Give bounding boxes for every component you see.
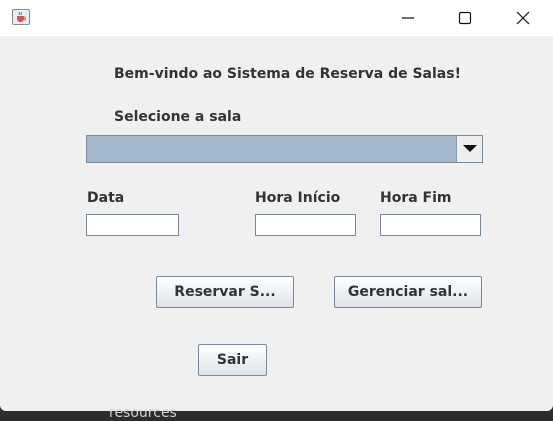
maximize-icon xyxy=(458,11,472,25)
java-cup-icon xyxy=(12,9,30,25)
chevron-down-icon xyxy=(463,145,477,152)
maximize-button[interactable] xyxy=(442,0,488,36)
start-time-field[interactable] xyxy=(255,214,356,236)
start-time-label: Hora Início xyxy=(255,190,341,206)
app-window: Bem-vindo ao Sistema de Reserva de Salas… xyxy=(0,0,553,411)
select-room-label: Selecione a sala xyxy=(114,109,242,125)
welcome-heading: Bem-vindo ao Sistema de Reserva de Salas… xyxy=(114,66,461,82)
room-select-arrow-button[interactable] xyxy=(456,136,482,162)
end-time-label: Hora Fim xyxy=(380,190,452,206)
title-bar[interactable] xyxy=(0,0,553,36)
manage-rooms-button[interactable]: Gerenciar sal... xyxy=(334,276,482,308)
minimize-button[interactable] xyxy=(385,0,431,36)
room-select[interactable] xyxy=(86,135,483,163)
background-folder-label: resources xyxy=(109,405,177,421)
background-ide xyxy=(0,411,553,417)
close-button[interactable] xyxy=(500,0,546,36)
date-label: Data xyxy=(87,190,125,206)
minimize-icon xyxy=(402,17,414,19)
exit-button[interactable]: Sair xyxy=(198,344,267,376)
end-time-field[interactable] xyxy=(380,214,481,236)
reserve-room-button[interactable]: Reservar S... xyxy=(156,276,294,308)
close-icon xyxy=(516,11,530,25)
date-field[interactable] xyxy=(86,214,179,236)
